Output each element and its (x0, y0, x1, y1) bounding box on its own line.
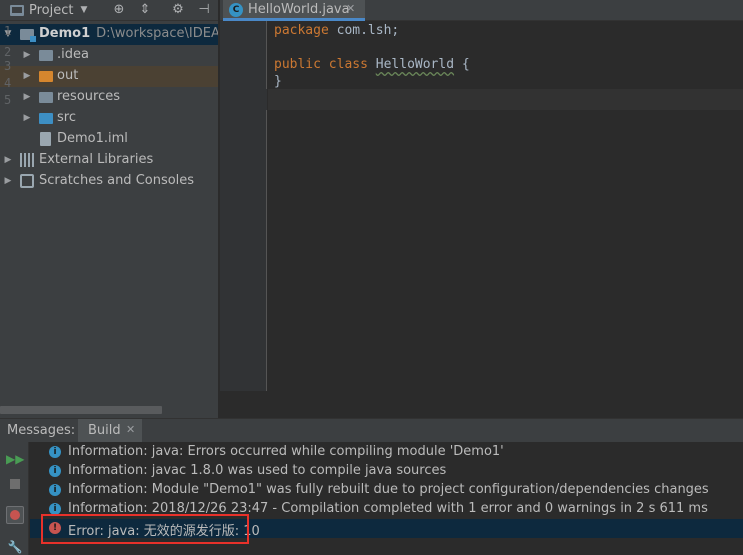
hide-icon[interactable]: ⊣ (196, 2, 212, 18)
excluded-folder-icon (39, 71, 53, 82)
caret-row-highlight (268, 89, 743, 110)
tree-item-label: out (57, 68, 79, 83)
horizontal-scrollbar[interactable] (0, 406, 162, 414)
tree-item-label: src (57, 110, 76, 125)
caret-row-gutter (220, 89, 267, 110)
line-number: 1 (4, 24, 12, 38)
messages-header: Messages: Build ✕ (0, 418, 743, 443)
brace: } (274, 74, 282, 89)
code-line-3: public class HelloWorld { (274, 57, 470, 72)
messages-toolbar: ▶▶ 🔧 (0, 442, 29, 555)
class-name: HelloWorld (375, 57, 455, 72)
project-header: Project ▼ ⊕ ⇕ ⚙ ⊣ (0, 0, 218, 21)
tree-item-external-libraries[interactable]: ▶ External Libraries (0, 150, 218, 171)
editor-tab-bar: C HelloWorld.java ✕ (220, 0, 743, 21)
line-number: 3 (4, 59, 12, 73)
module-folder-icon (20, 29, 36, 42)
tree-item-src[interactable]: ▶ src (0, 108, 218, 129)
list-item[interactable]: i Information: Module "Demo1" was fully … (30, 481, 743, 500)
keyword: package (274, 23, 329, 38)
chevron-right-icon[interactable]: ▶ (3, 155, 13, 165)
chevron-down-icon[interactable]: ▼ (76, 2, 92, 18)
message-text: Information: java: Errors occurred while… (68, 444, 504, 459)
message-text: Information: javac 1.8.0 was used to com… (68, 463, 447, 478)
project-folder-icon (10, 5, 24, 16)
locate-icon[interactable]: ⊕ (111, 2, 127, 18)
wrench-icon[interactable]: 🔧 (6, 538, 24, 555)
tree-item-label: Demo1.iml (57, 131, 128, 146)
line-number: 2 (4, 45, 12, 59)
package-name: com.lsh; (328, 23, 400, 38)
error-annotation-box (41, 514, 249, 544)
stop-icon[interactable] (6, 475, 24, 493)
line-number: 5 (4, 93, 12, 107)
tree-item-label: resources (57, 89, 121, 104)
file-icon (40, 132, 51, 146)
tree-item-resources[interactable]: ▶ resources (0, 87, 218, 108)
close-icon[interactable]: ✕ (126, 423, 135, 436)
project-tool-window: Project ▼ ⊕ ⇕ ⚙ ⊣ ▼ Demo1 D:\workspace\ID… (0, 0, 219, 418)
list-item[interactable]: i Information: java: Errors occurred whi… (30, 443, 743, 462)
list-item[interactable]: i Information: javac 1.8.0 was used to c… (30, 462, 743, 481)
keyword: public (274, 57, 321, 72)
close-icon[interactable]: ✕ (346, 2, 355, 15)
info-icon: i (49, 465, 61, 477)
chevron-right-icon[interactable]: ▶ (3, 176, 13, 186)
gear-icon[interactable]: ⚙ (170, 2, 186, 18)
info-icon: i (49, 446, 61, 458)
module-path: D:\workspace\IDEA\Demo1 (96, 26, 219, 41)
messages-title: Messages: (7, 423, 76, 438)
keyword: class (328, 57, 368, 72)
chevron-right-icon[interactable]: ▶ (22, 50, 32, 60)
tree-item-label: Scratches and Consoles (39, 173, 195, 188)
tree-item-demo1[interactable]: ▼ Demo1D:\workspace\IDEA\Demo1 (0, 24, 219, 45)
chevron-right-icon[interactable]: ▶ (22, 71, 32, 81)
libraries-icon (20, 153, 34, 167)
source-folder-icon (39, 113, 53, 124)
editor-gutter (220, 21, 267, 391)
show-errors-icon[interactable] (6, 506, 24, 524)
tab-helloworld-java[interactable]: C HelloWorld.java ✕ (223, 0, 365, 21)
line-number: 4 (4, 76, 12, 90)
tree-item-label: Demo1 (39, 26, 91, 41)
tree-item-label: External Libraries (39, 152, 154, 167)
message-text: Information: Module "Demo1" was fully re… (68, 482, 709, 497)
rerun-icon[interactable]: ▶▶ (6, 450, 24, 468)
folder-icon (39, 50, 53, 61)
tab-label: HelloWorld.java (248, 2, 350, 17)
tree-item-label: .idea (57, 47, 89, 62)
resources-folder-icon (39, 92, 53, 103)
collapse-all-icon[interactable]: ⇕ (137, 2, 153, 18)
tree-item-demo1-iml[interactable]: Demo1.iml (0, 129, 218, 150)
chevron-right-icon[interactable]: ▶ (22, 113, 32, 123)
code-line-4: } (274, 74, 282, 89)
scratches-icon (20, 174, 34, 188)
class-icon: C (229, 3, 243, 17)
tab-build[interactable]: Build ✕ (78, 419, 142, 443)
project-view-selector[interactable]: Project (29, 3, 73, 18)
chevron-right-icon[interactable]: ▶ (22, 92, 32, 102)
code-editor[interactable] (268, 21, 743, 391)
info-icon: i (49, 484, 61, 496)
brace: { (454, 57, 470, 72)
code-line-1: package com.lsh; (274, 23, 399, 38)
tree-item-idea[interactable]: ▶ .idea (0, 45, 218, 66)
tab-label: Build (88, 423, 121, 438)
tree-item-scratches[interactable]: ▶ Scratches and Consoles (0, 171, 218, 192)
tree-item-out[interactable]: ▶ out (0, 66, 218, 87)
